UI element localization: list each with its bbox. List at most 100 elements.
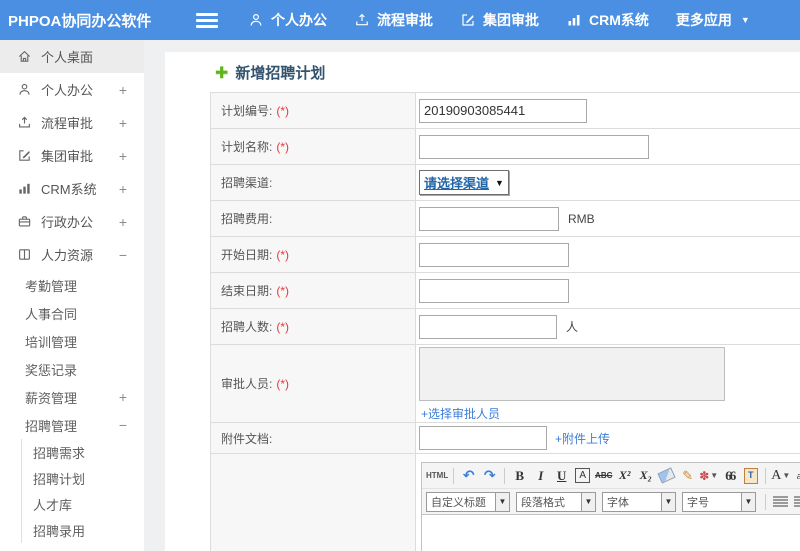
strikethrough-button[interactable]: ABC [594, 466, 613, 486]
form-row-plan-no: 计划编号: (*) [211, 93, 800, 129]
editor-toolbar: HTML ↶ ↷ BIUAABCX²X₂ ✎ ✽▼66T A▼ab 自定义标题▼ 段落格式▼ 字体… [421, 462, 800, 515]
underline-button[interactable]: U [552, 466, 571, 486]
unit-suffix: RMB [568, 211, 595, 226]
field-label: 审批人员: [221, 377, 273, 391]
font-color-button[interactable]: A ▼ [771, 466, 790, 486]
sidebar-item-personal-desktop[interactable]: 个人桌面 [0, 40, 144, 73]
sidebar-item-personnel-mgmt[interactable]: 人事管理+ [0, 543, 144, 551]
form-row-attachment: 附件文档: +附件上传 [211, 423, 800, 454]
char-border-button[interactable]: A [573, 466, 592, 486]
sidebar-item-recruit-demand[interactable]: 招聘需求 [21, 439, 144, 465]
sidebar-item-personal-office[interactable]: 个人办公 + [0, 73, 144, 106]
align-left-button[interactable] [771, 492, 790, 512]
form-field-cell: RMB [416, 201, 800, 236]
sidebar-item-label: 考勤管理 [25, 278, 78, 294]
add-plus-icon: ✚ [215, 64, 229, 82]
italic-button[interactable]: I [531, 466, 550, 486]
expand-toggle[interactable]: − [119, 417, 127, 433]
blockquote-button[interactable]: 66 [720, 466, 739, 486]
form-label-cell: 招聘费用: [211, 201, 416, 236]
superscript-button[interactable]: X² [615, 466, 634, 486]
italic-button-glyph: I [538, 467, 544, 483]
expand-toggle[interactable]: + [119, 115, 127, 131]
eraser-icon[interactable] [657, 466, 676, 486]
paragraph-select[interactable]: 段落格式 ▼ [516, 491, 596, 512]
form-row-headcount: 招聘人数: (*) 人 [211, 309, 800, 345]
form-field-cell: HTML ↶ ↷ BIUAABCX²X₂ ✎ ✽▼66T A▼ab 自定义标题▼ 段落格式▼ 字体… [416, 454, 800, 551]
field-label: 附件文档: [221, 431, 273, 446]
menu-icon[interactable] [196, 12, 218, 28]
html-source-button-glyph: HTML [426, 471, 449, 480]
paste-icon[interactable]: T [741, 466, 760, 486]
field-label: 招聘人数: [221, 320, 273, 334]
undo-button[interactable]: ↶ [459, 466, 478, 486]
align-center-button-icon [794, 496, 800, 507]
sidebar-item-recruit-hire[interactable]: 招聘录用 [21, 517, 144, 543]
sidebar-item-human-resources[interactable]: 人力资源 − [0, 238, 144, 271]
form-label-cell: 审批人员: (*) [211, 345, 416, 422]
form-field-cell [416, 273, 800, 308]
expand-toggle[interactable]: + [119, 214, 127, 230]
eraser-icon-glyph [657, 467, 676, 484]
editor-canvas[interactable] [421, 515, 800, 551]
sidebar-item-recruit-plan[interactable]: 招聘计划 [21, 465, 144, 491]
recruit-plan-form: 计划编号:(*)计划名称:(*)招聘渠道:请选择渠道▼招聘费用:RMB开始日期:… [210, 92, 800, 551]
autotypeset-icon[interactable]: ✽ ▼ [699, 466, 718, 486]
select-value: 请选择渠道 [424, 176, 490, 191]
undo-button-glyph: ↶ [462, 467, 475, 483]
sidebar-item-admin-office[interactable]: 行政办公 + [0, 205, 144, 238]
format-brush-icon[interactable]: ✎ [678, 466, 697, 486]
sidebar-item-group-approval[interactable]: 集团审批 + [0, 139, 144, 172]
custom-title-select[interactable]: 自定义标题 ▼ [426, 491, 510, 512]
approvers-picker-link[interactable]: +选择审批人员 [421, 405, 500, 422]
html-source-button[interactable]: HTML [426, 466, 448, 486]
sidebar-item-workflow-approval[interactable]: 流程审批 + [0, 106, 144, 139]
sidebar-item-reward-punishment[interactable]: 奖惩记录 [0, 355, 144, 383]
sidebar-item-recruit-mgmt[interactable]: 招聘管理 − [0, 411, 144, 439]
nav-item-workflow-approval[interactable]: 流程审批 [354, 10, 433, 30]
attachment-upload-link[interactable]: +附件上传 [555, 430, 610, 447]
subscript-button[interactable]: X₂ [636, 466, 655, 486]
align-center-button[interactable] [792, 492, 800, 512]
expand-toggle[interactable]: + [119, 148, 127, 164]
plan-name-input[interactable] [419, 134, 649, 159]
plan-no-input[interactable] [419, 98, 587, 123]
sidebar-item-crm-system[interactable]: CRM系统 + [0, 172, 144, 205]
redo-button[interactable]: ↷ [480, 466, 499, 486]
form-row-channel: 招聘渠道: 请选择渠道 ▼ [211, 165, 800, 201]
app-logo[interactable]: PHPOA协同办公软件 [0, 10, 168, 31]
expand-toggle[interactable]: + [119, 181, 127, 197]
nav-item-label: 个人办公 [271, 12, 327, 28]
nav-item-crm-system[interactable]: CRM系统 [566, 10, 649, 30]
highlight-button[interactable]: ab [792, 466, 800, 486]
nav-item-more-apps[interactable]: 更多应用 ▼ [676, 10, 750, 30]
bar-chart-icon [17, 181, 32, 196]
header-nav: 个人办公 流程审批 集团审批 CRM系统 更多应用 ▼ [248, 10, 777, 30]
expand-toggle[interactable]: + [119, 389, 127, 405]
format-brush-icon-glyph: ✎ [682, 467, 694, 483]
sidebar-item-hr-contract[interactable]: 人事合同 [0, 299, 144, 327]
cost-input[interactable] [419, 206, 559, 231]
form-row-approvers: 审批人员: (*) +选择审批人员 [211, 345, 800, 423]
sidebar-item-training-mgmt[interactable]: 培训管理 [0, 327, 144, 355]
nav-item-personal-office[interactable]: 个人办公 [248, 10, 327, 30]
attachment-input[interactable] [419, 426, 547, 450]
char-border-button-glyph: A [575, 468, 591, 483]
expand-toggle[interactable]: − [119, 247, 127, 263]
nav-item-group-approval[interactable]: 集团审批 [460, 10, 539, 30]
sidebar-item-attendance-mgmt[interactable]: 考勤管理 [0, 271, 144, 299]
sidebar-item-talent-pool[interactable]: 人才库 [21, 491, 144, 517]
font-family-select[interactable]: 字体 ▼ [602, 491, 676, 512]
channel-select[interactable]: 请选择渠道 ▼ [419, 170, 509, 195]
select-label: 字体 [602, 491, 662, 512]
bold-button[interactable]: B [510, 466, 529, 486]
approvers-textarea[interactable] [419, 347, 725, 401]
sidebar-item-label: 薪资管理 [25, 390, 78, 406]
headcount-input[interactable] [419, 314, 557, 339]
sidebar-item-salary-mgmt[interactable]: 薪资管理 + [0, 383, 144, 411]
field-label: 开始日期: [221, 248, 273, 262]
font-size-select[interactable]: 字号 ▼ [682, 491, 756, 512]
expand-toggle[interactable]: + [119, 82, 127, 98]
end-date-input[interactable] [419, 278, 569, 303]
start-date-input[interactable] [419, 242, 569, 267]
